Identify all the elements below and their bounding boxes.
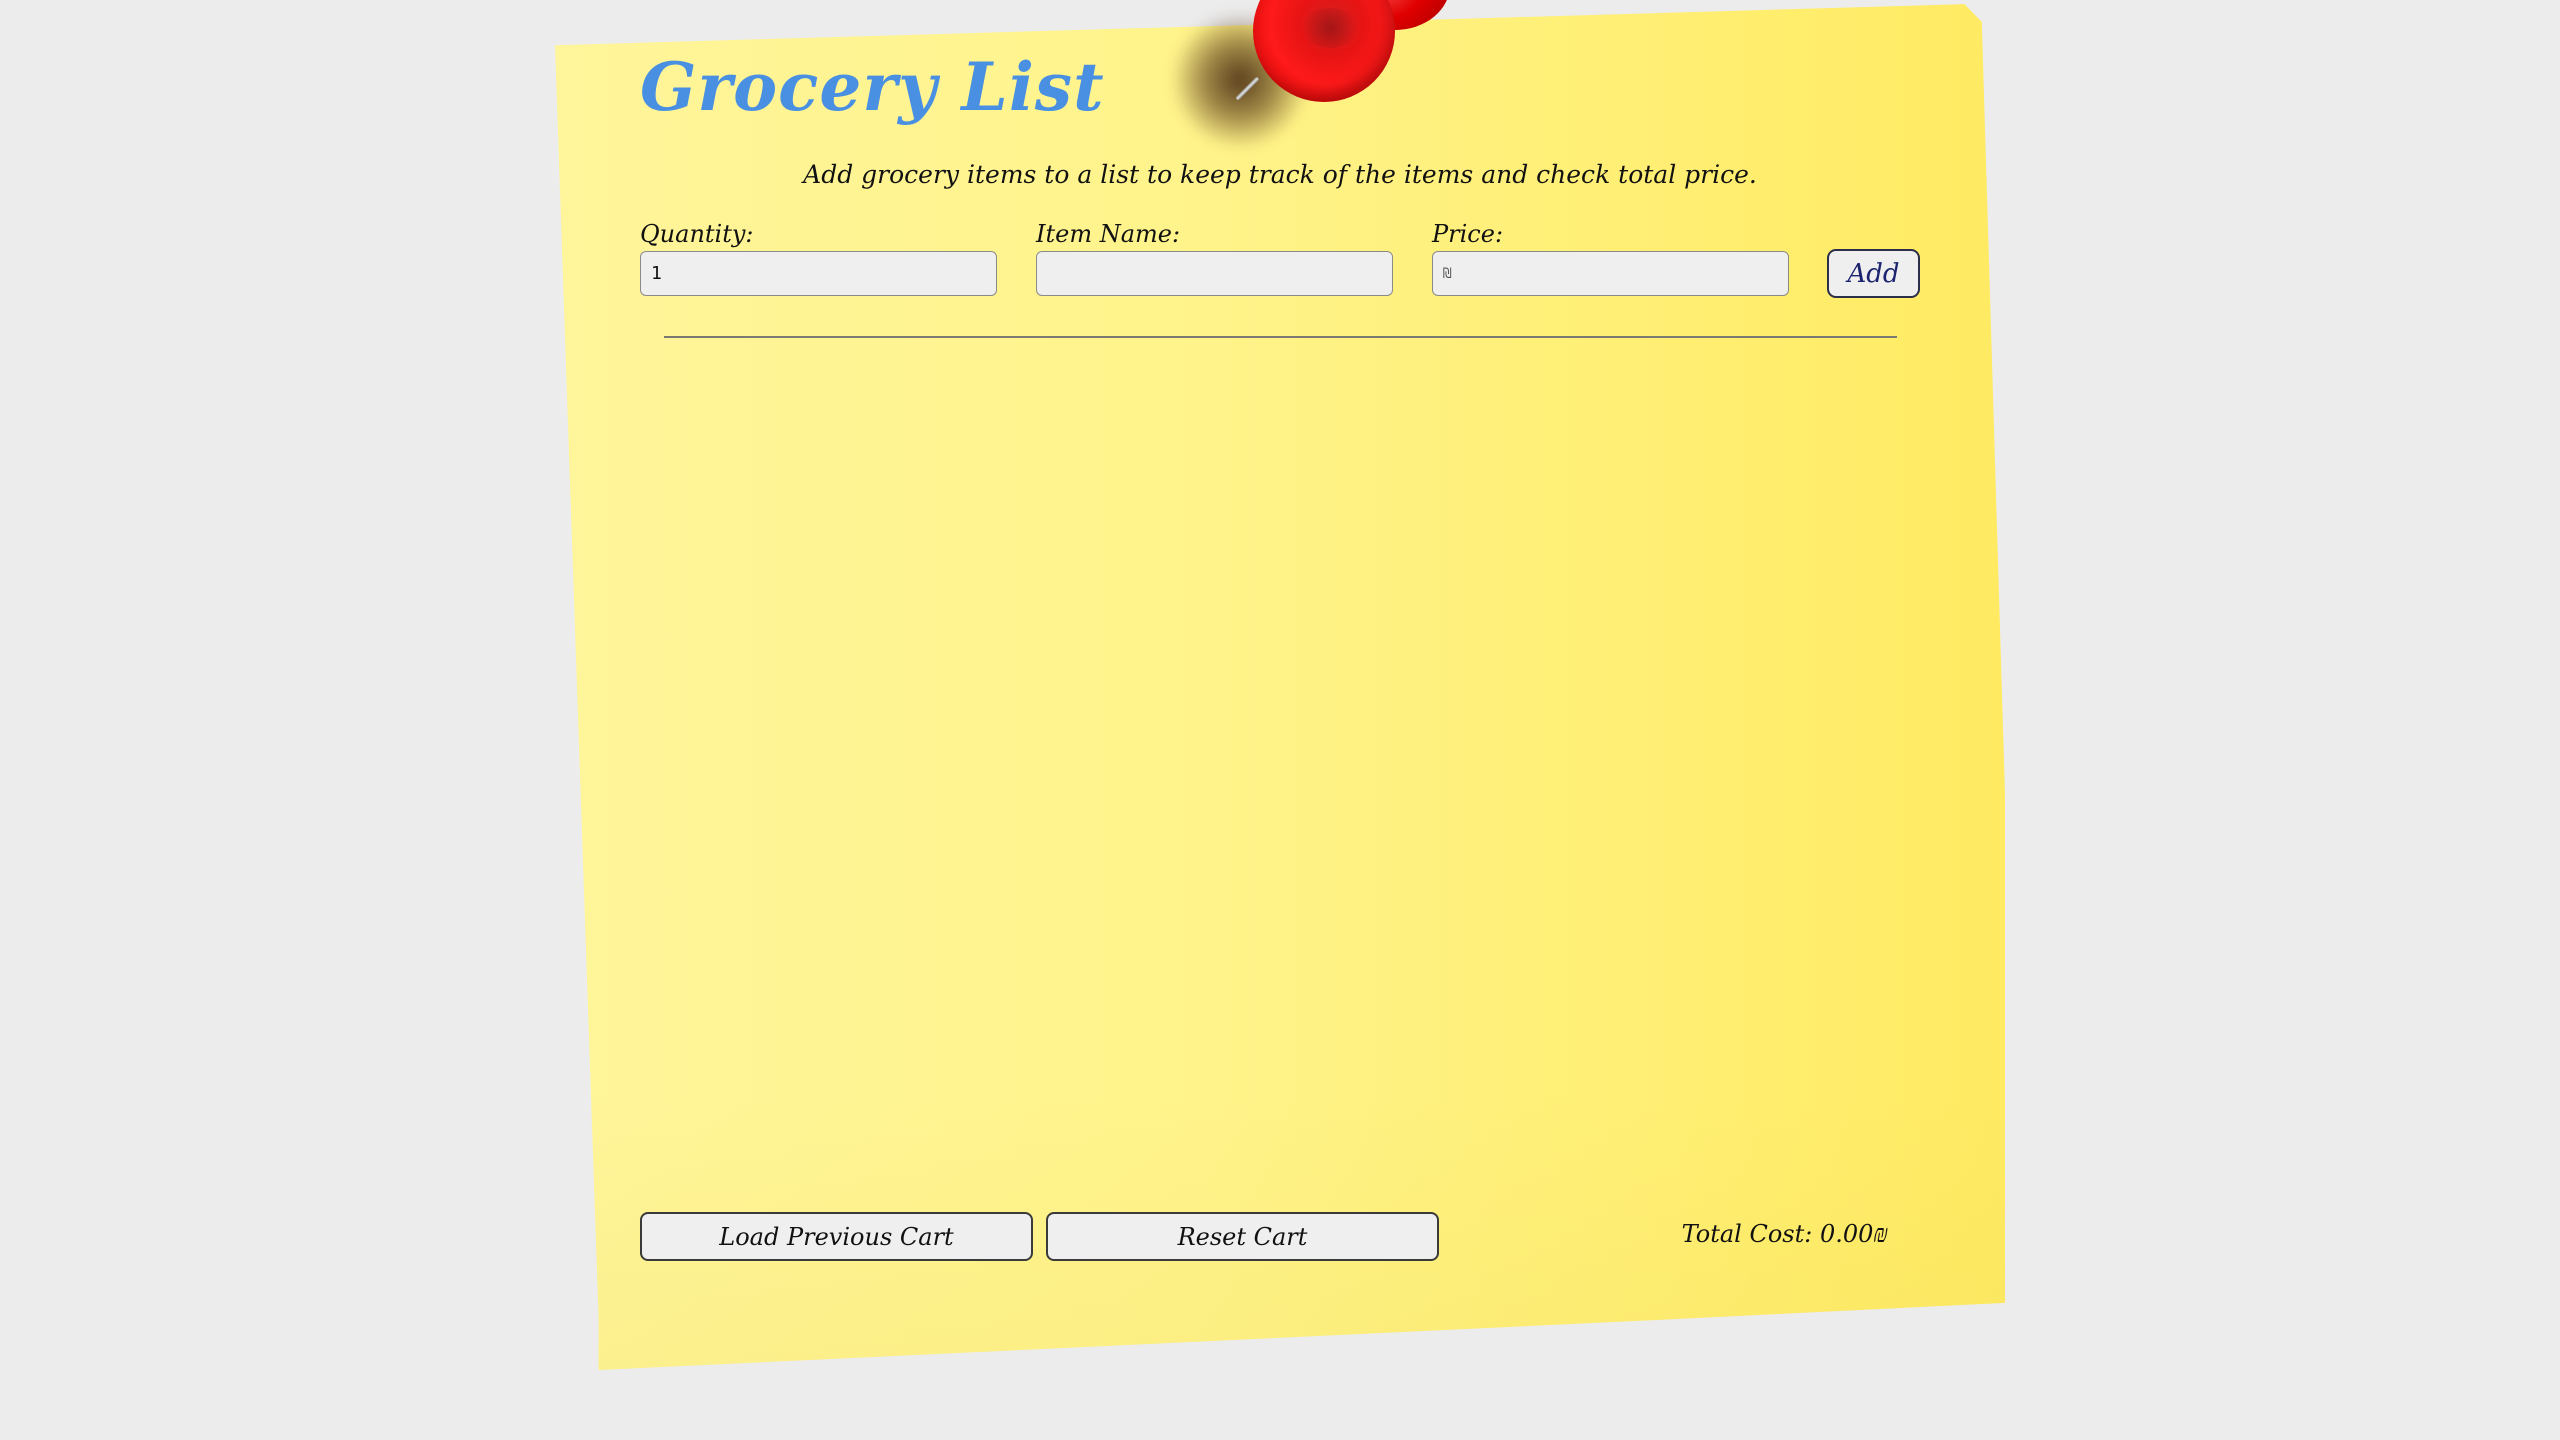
grocery-items-list	[640, 345, 1920, 1195]
reset-cart-button[interactable]: Reset Cart	[1046, 1212, 1439, 1261]
quantity-input[interactable]	[640, 251, 997, 296]
total-cost: Total Cost: 0.00₪	[1681, 1220, 1888, 1248]
item-name-input[interactable]	[1036, 251, 1393, 296]
app-stage: Grocery List Add grocery items to a list…	[0, 0, 2560, 1440]
price-label: Price:	[1432, 220, 1504, 248]
quantity-label: Quantity:	[640, 220, 754, 248]
pin-head-shade	[1300, 8, 1360, 48]
page-title: Grocery List	[640, 48, 1105, 126]
load-previous-cart-button[interactable]: Load Previous Cart	[640, 1212, 1033, 1261]
price-input[interactable]	[1432, 251, 1789, 296]
page-subtitle: Add grocery items to a list to keep trac…	[803, 160, 1757, 189]
item-name-label: Item Name:	[1036, 220, 1181, 248]
divider	[664, 336, 1897, 338]
add-button[interactable]: Add	[1827, 249, 1920, 298]
